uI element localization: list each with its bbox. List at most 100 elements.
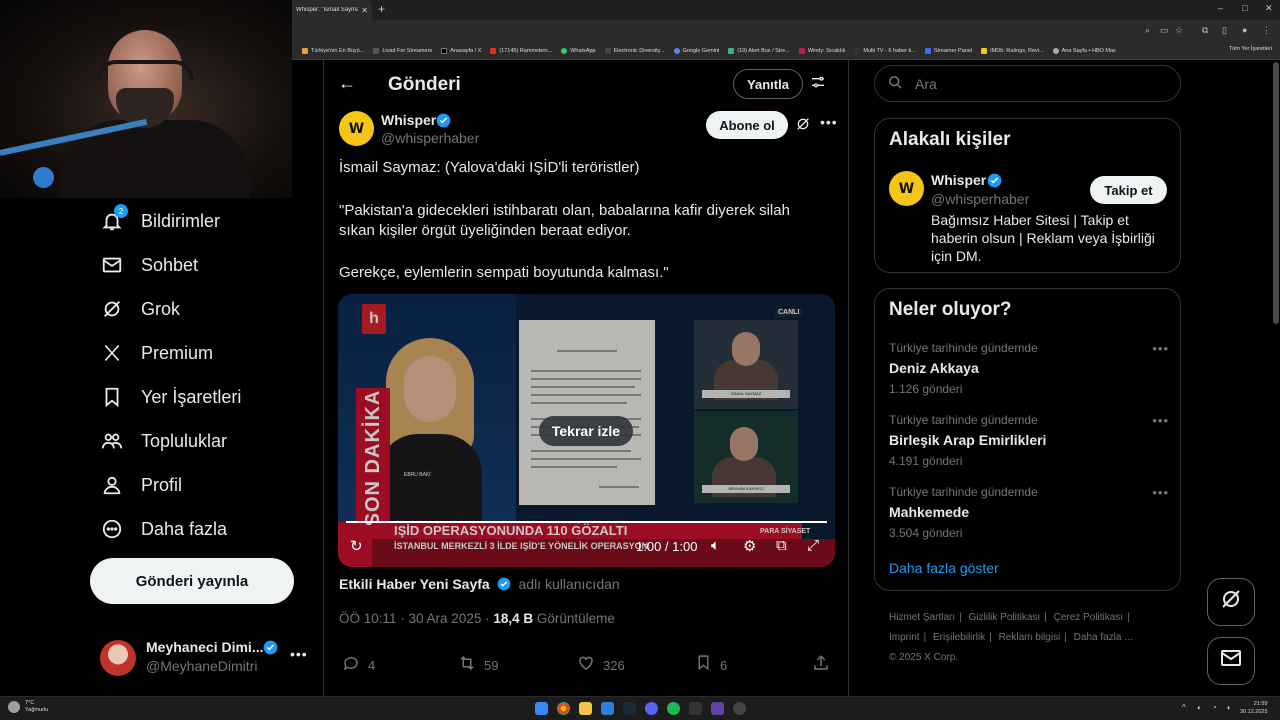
more-options-icon[interactable]: ••• xyxy=(820,114,838,130)
like-action[interactable]: 326 xyxy=(577,654,625,677)
trend-item[interactable]: Türkiye tarihinde gündemde Deniz Akkaya … xyxy=(889,341,1169,401)
follow-button[interactable]: Takip et xyxy=(1090,176,1167,204)
messages-fab[interactable] xyxy=(1207,637,1255,685)
all-bookmarks-folder[interactable]: Tüm Yer İşaretleri xyxy=(1229,46,1272,52)
nav-bookmarks[interactable]: Yer İşaretleri xyxy=(101,382,241,412)
browser-tab[interactable]: Whisper: "İsmail Saymaz... ✕ xyxy=(292,0,372,20)
sidebar-icon[interactable]: ▯ xyxy=(1222,25,1227,36)
subscribe-button[interactable]: Abone ol xyxy=(706,111,788,139)
more-options-icon[interactable]: ••• xyxy=(290,646,308,662)
related-handle[interactable]: @whisperhaber xyxy=(931,191,1029,207)
minimize-window-icon[interactable]: – xyxy=(1218,3,1223,13)
weather-widget[interactable]: 7°C Yağmurlu xyxy=(8,700,48,714)
streaming-app-icon[interactable] xyxy=(711,702,724,715)
related-avatar[interactable]: W xyxy=(889,171,924,206)
video-progress-bar[interactable] xyxy=(346,521,827,523)
footer-link[interactable]: Gizlilik Politikası xyxy=(969,612,1041,623)
obs-icon[interactable] xyxy=(733,702,746,715)
footer-link[interactable]: Daha fazla ... xyxy=(1074,632,1133,643)
bookmark-item[interactable]: Multi TV - 6 haber k... xyxy=(854,47,916,54)
profile-icon[interactable]: ● xyxy=(1242,25,1247,35)
related-name[interactable]: Whisper xyxy=(931,172,986,188)
reply-button[interactable]: Yanıtla xyxy=(733,69,803,99)
network-icon[interactable]: ◔ xyxy=(1212,703,1217,712)
extensions-icon[interactable]: ⧉ xyxy=(1202,25,1208,36)
page-scrollbar[interactable] xyxy=(1273,62,1279,324)
search-box[interactable]: Ara xyxy=(874,65,1181,102)
maximize-window-icon[interactable]: □ xyxy=(1242,3,1247,13)
tray-app-icon[interactable]: ◐ xyxy=(1197,703,1202,712)
tray-chevron-icon[interactable]: ^ xyxy=(1182,703,1186,712)
more-options-icon[interactable]: ••• xyxy=(1152,341,1169,356)
nav-profile[interactable]: Profil xyxy=(101,470,182,500)
nav-notifications[interactable]: 2 Bildirimler xyxy=(101,204,220,236)
author-name[interactable]: Whisper xyxy=(381,112,436,128)
share-action[interactable] xyxy=(812,654,838,677)
replay-button[interactable]: Tekrar izle xyxy=(539,416,633,446)
close-window-icon[interactable]: ✕ xyxy=(1265,3,1273,14)
post-button[interactable]: Gönderi yayınla xyxy=(90,558,294,604)
steam-icon[interactable] xyxy=(623,702,636,715)
bookmark-item[interactable]: (17145) Rammstein... xyxy=(490,47,552,54)
edge-icon[interactable] xyxy=(601,702,614,715)
bookmark-item[interactable]: WhatsApp xyxy=(561,47,596,54)
show-more-link[interactable]: Daha fazla göster xyxy=(889,560,999,576)
nav-grok[interactable]: Grok xyxy=(101,294,180,324)
footer-link[interactable]: Hizmet Şartları xyxy=(889,612,955,623)
author-avatar[interactable]: W xyxy=(339,111,374,146)
bookmark-item[interactable]: Windy: Sıcaklık xyxy=(798,47,845,54)
grok-icon[interactable] xyxy=(795,116,811,135)
video-player[interactable]: EBRU BAKİ h İSMAİL SAYMAZ İBRAHİM KAHVEC… xyxy=(338,294,835,567)
bookmark-action[interactable]: 6 xyxy=(695,654,727,676)
bookmark-item[interactable]: Electronic Diversity... xyxy=(604,47,665,54)
epic-games-icon[interactable] xyxy=(689,702,702,715)
footer-link[interactable]: Erişilebilirlik xyxy=(933,632,985,643)
browser-menu-icon[interactable]: ⋮ xyxy=(1262,25,1271,36)
taskbar-clock[interactable]: 21:59 30.12.2025 xyxy=(1240,700,1268,716)
zoom-icon[interactable]: ⌕ xyxy=(1145,25,1150,36)
bookmark-item[interactable]: Ana Sayfa • HBO Max xyxy=(1052,47,1116,54)
nav-more[interactable]: Daha fazla xyxy=(101,514,227,544)
repost-source-name[interactable]: Etkili Haber Yeni Sayfa xyxy=(339,576,490,592)
grok-fab[interactable] xyxy=(1207,578,1255,626)
trend-item[interactable]: Türkiye tarihinde gündemde Mahkemede 3.5… xyxy=(889,485,1169,545)
volume-tray-icon[interactable]: ◖ xyxy=(1226,703,1231,712)
chrome-icon[interactable] xyxy=(557,702,570,715)
volume-icon[interactable]: 🔈︎ xyxy=(711,537,720,554)
repost-action[interactable]: 59 xyxy=(458,654,498,677)
close-tab-icon[interactable]: ✕ xyxy=(361,6,368,15)
bookmark-star-icon[interactable]: ☆ xyxy=(1175,25,1183,36)
bookmark-item[interactable]: Anasayfa / X xyxy=(441,47,481,54)
fullscreen-icon[interactable]: ⤢ xyxy=(807,537,819,554)
account-switcher[interactable]: Meyhaneci Dimi... @MeyhaneDimitri ••• xyxy=(100,636,310,680)
start-menu-icon[interactable] xyxy=(535,702,548,715)
footer-link[interactable]: Çerez Politikası xyxy=(1054,612,1123,623)
bookmark-item[interactable]: Google Gemini xyxy=(673,47,719,54)
cast-icon[interactable]: ▭ xyxy=(1160,25,1169,36)
pip-icon[interactable]: ⧉ xyxy=(776,537,787,554)
tweet-timestamp[interactable]: ÖÖ 10:11 · 30 Ara 2025 · xyxy=(339,611,493,626)
more-options-icon[interactable]: ••• xyxy=(1152,413,1169,428)
nav-premium[interactable]: Premium xyxy=(101,338,213,368)
nav-communities[interactable]: Topluluklar xyxy=(101,426,227,456)
file-explorer-icon[interactable] xyxy=(579,702,592,715)
more-options-icon[interactable]: ••• xyxy=(1152,485,1169,500)
author-handle[interactable]: @whisperhaber xyxy=(381,130,479,146)
footer-link[interactable]: Imprint xyxy=(889,632,920,643)
nav-messages[interactable]: Sohbet xyxy=(101,250,198,280)
bookmark-item[interactable]: Türkiye'nin En Büyü... xyxy=(302,47,364,54)
spotify-icon[interactable] xyxy=(667,702,680,715)
footer-link[interactable]: Reklam bilgisi xyxy=(999,632,1061,643)
back-arrow-icon[interactable]: ← xyxy=(338,73,356,94)
bookmark-item[interactable]: IMDb: Ratings, Revi... xyxy=(981,47,1044,54)
trend-item[interactable]: Türkiye tarihinde gündemde Birleşik Arap… xyxy=(889,413,1169,473)
replay-icon[interactable]: ↻ xyxy=(350,537,363,555)
bookmark-item[interactable]: Livad For Streamers xyxy=(373,47,432,54)
discord-icon[interactable] xyxy=(645,702,658,715)
bookmark-item[interactable]: Streamer Panel xyxy=(924,47,972,54)
filter-sliders-icon[interactable] xyxy=(810,74,826,94)
bookmark-item[interactable]: (19) Alert Box / Stre... xyxy=(728,47,790,54)
new-tab-icon[interactable]: + xyxy=(378,2,385,16)
reply-action[interactable]: 4 xyxy=(342,654,375,677)
settings-gear-icon[interactable]: ⚙ xyxy=(743,537,756,555)
